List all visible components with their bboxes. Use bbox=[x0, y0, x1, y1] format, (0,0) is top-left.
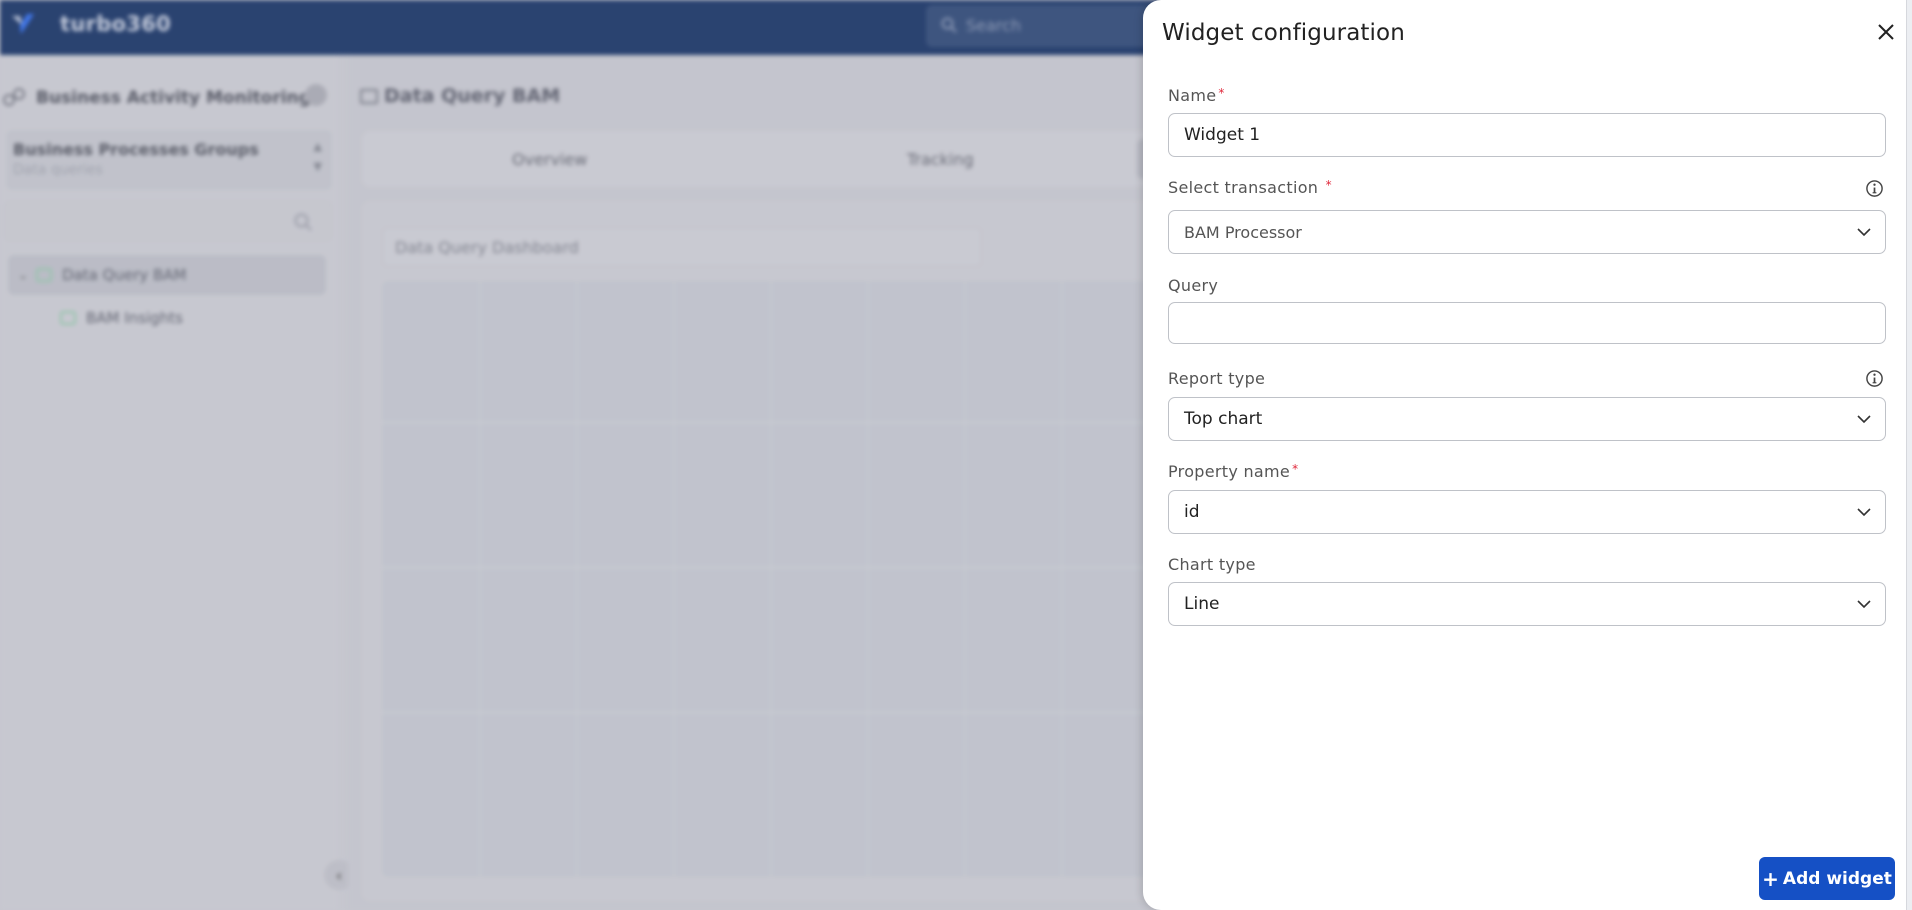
widget-configuration-panel: Widget configuration Name * Widget 1 Sele… bbox=[1143, 0, 1906, 910]
required-marker: * bbox=[1292, 462, 1299, 476]
chart-type-value: Line bbox=[1184, 594, 1220, 614]
report-type-value: Top chart bbox=[1184, 409, 1263, 429]
required-marker: * bbox=[1325, 178, 1332, 192]
label-text: Name bbox=[1168, 86, 1217, 105]
required-marker: * bbox=[1218, 86, 1225, 100]
name-label: Name * bbox=[1168, 86, 1225, 105]
report-type-select[interactable]: Top chart bbox=[1168, 397, 1886, 441]
chevron-down-icon bbox=[1857, 228, 1871, 237]
label-text: Select transaction bbox=[1168, 178, 1319, 197]
label-text: Property name bbox=[1168, 462, 1291, 481]
chart-type-select[interactable]: Line bbox=[1168, 582, 1886, 626]
query-input[interactable] bbox=[1168, 302, 1886, 344]
plus-icon: + bbox=[1762, 866, 1779, 891]
panel-title: Widget configuration bbox=[1162, 20, 1405, 46]
chevron-down-icon bbox=[1857, 415, 1871, 424]
query-label: Query bbox=[1168, 276, 1219, 295]
panel-scrollbar[interactable] bbox=[1906, 0, 1912, 910]
chevron-down-icon bbox=[1857, 508, 1871, 517]
info-icon[interactable] bbox=[1865, 369, 1884, 388]
info-icon[interactable] bbox=[1865, 179, 1884, 198]
chevron-down-icon bbox=[1857, 600, 1871, 609]
property-name-value: id bbox=[1184, 502, 1200, 522]
transaction-label: Select transaction * bbox=[1168, 178, 1332, 197]
report-type-label: Report type bbox=[1168, 369, 1266, 388]
transaction-select[interactable]: BAM Processor bbox=[1168, 210, 1886, 254]
property-name-label: Property name * bbox=[1168, 462, 1298, 481]
close-icon[interactable] bbox=[1874, 20, 1898, 44]
transaction-value: BAM Processor bbox=[1184, 222, 1302, 242]
add-widget-button[interactable]: + Add widget bbox=[1759, 857, 1895, 900]
name-value: Widget 1 bbox=[1184, 125, 1261, 145]
add-widget-label: Add widget bbox=[1782, 868, 1892, 889]
chart-type-label: Chart type bbox=[1168, 555, 1256, 574]
property-name-select[interactable]: id bbox=[1168, 490, 1886, 534]
name-input[interactable]: Widget 1 bbox=[1168, 113, 1886, 157]
